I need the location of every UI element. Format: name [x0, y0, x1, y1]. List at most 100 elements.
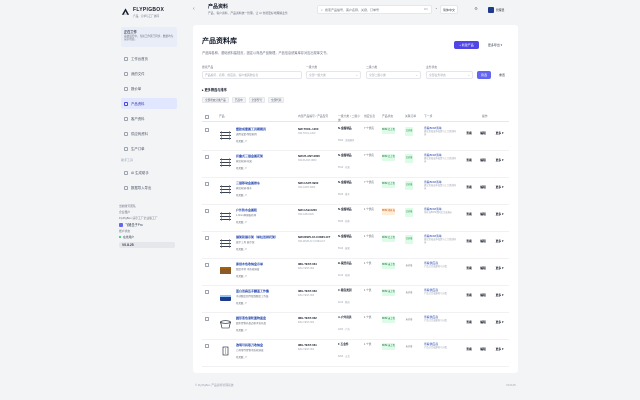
table-row[interactable]: 塑胶成套属工具刷刷具 通用成套•塑胶刷具 已关联 ↗ NW-TOOL-1200 NW-T… [202, 124, 509, 151]
edit-button[interactable]: 编辑 [478, 157, 488, 163]
new-product-button[interactable]: + 新建产品 [454, 41, 479, 49]
brand[interactable]: FLYPIGBOX 产品、订单与工厂协同 [121, 7, 181, 21]
table-row[interactable]: 原创木色收纳盒示单 图案木材·木色收纳盒 已关联 ↗ IMG-TEST-064 IMG-… [202, 259, 509, 286]
status-select[interactable]: 全部业务状态 ⌄ [426, 71, 473, 79]
edit-button[interactable]: 编辑 [478, 130, 488, 136]
view-button[interactable]: 查看 [464, 157, 474, 163]
view-button[interactable]: 查看 [464, 211, 474, 217]
product-name-link[interactable]: 折叠式三层金属花架 [236, 154, 296, 158]
table-row[interactable]: 折叠式三层金属花架 家居收纳•花架 已关联 ↗ NW-PLANT-0800 NW-PLA… [202, 151, 509, 178]
sidebar-item-ai[interactable]: AI 生成助手 [121, 167, 177, 178]
category-select[interactable]: 全部一级大类 ⌄ [306, 71, 361, 79]
select-all-checkbox[interactable] [205, 115, 209, 119]
filter-chip[interactable]: 全部型号 [248, 97, 265, 103]
row-checkbox[interactable] [205, 317, 209, 321]
next-step-link[interactable]: 查看供应商 [424, 315, 438, 319]
edit-button[interactable]: 编辑 [478, 265, 488, 271]
row-checkbox[interactable] [205, 344, 209, 348]
view-button[interactable]: 查看 [464, 184, 474, 190]
sidebar-item-products[interactable]: 产品资料 [121, 98, 177, 109]
settings-icon[interactable]: ⚙ [473, 6, 479, 12]
more-actions-button[interactable]: 更多 ▾ [493, 184, 506, 190]
sidebar-item-import[interactable]: 数据导入导出 [121, 182, 177, 193]
row-checkbox[interactable] [205, 155, 209, 159]
more-export-button[interactable]: 更多导出 ▾ [484, 41, 506, 49]
sidebar-item-suppliers[interactable]: 供应商资料 [121, 128, 177, 139]
product-name-link[interactable]: 展架和展示架（单柱双排托架） [236, 235, 296, 239]
edit-button[interactable]: 编辑 [478, 292, 488, 298]
product-name-link[interactable]: 原创木色收纳盒示单 [236, 262, 296, 266]
related-link[interactable]: 已关联 ↗ [236, 355, 247, 359]
product-name-link[interactable]: 圆形黑色滚轮置物面盘 [236, 316, 296, 320]
product-search-input[interactable]: 产品编号、名称、供应商、客户或其他信息 [202, 71, 302, 79]
sidebar-item-dashboard[interactable]: 工作台首页 [121, 53, 177, 64]
next-step-link[interactable]: 查看BOM清单 [424, 207, 442, 211]
related-link[interactable]: 已关联 ↗ [236, 166, 247, 170]
sidebar-item-quotes[interactable]: 报价单 [121, 83, 177, 94]
related-link[interactable]: 已关联 ↗ [236, 139, 247, 143]
table-row[interactable]: 圆形黑色滚轮置物面盘 圆木置物托盘边框木色托盘 已关联 ↗ IMG-TEST-062 I… [202, 313, 509, 340]
row-checkbox[interactable] [205, 128, 209, 132]
more-actions-button[interactable]: 更多 ▾ [493, 157, 506, 163]
more-actions-button[interactable]: 更多 ▾ [493, 292, 506, 298]
view-button[interactable]: 查看 [464, 319, 474, 325]
global-search-input[interactable]: ⌕ 搜索产品编号、客户名称、关键、订单号 ⌘K [317, 5, 432, 14]
product-name-link[interactable]: 户外防水金属柜 [236, 208, 296, 212]
table-row[interactable]: 透明可拆取刀收纳盒 刀具零件置物木质收纳盒 已关联 ↗ IMG-TEST-061 IMG… [202, 340, 509, 367]
row-checkbox[interactable] [205, 236, 209, 240]
view-button[interactable]: 查看 [464, 292, 474, 298]
more-actions-button[interactable]: 更多 ▾ [493, 130, 506, 136]
view-button[interactable]: 查看 [464, 265, 474, 271]
filter-button[interactable]: 筛选 [477, 71, 491, 79]
related-link[interactable]: 已关联 ↗ [236, 247, 247, 251]
edit-button[interactable]: 编辑 [478, 319, 488, 325]
filter-chip[interactable]: 全部状态分类产品 [202, 97, 229, 103]
more-actions-button[interactable]: 更多 ▾ [493, 238, 506, 244]
next-step-link[interactable]: 查看BOM清单 [424, 234, 442, 238]
view-button[interactable]: 查看 [464, 346, 474, 352]
more-actions-button[interactable]: 更多 ▾ [493, 346, 506, 352]
sidebar-item-orders[interactable]: 生产订单 [121, 143, 177, 154]
bell-icon[interactable]: ◔ [433, 6, 439, 12]
next-step-link[interactable]: 查看BOM清单 [424, 153, 442, 157]
next-step-link[interactable]: 查看供应商 [424, 288, 438, 292]
sidebar-item-files[interactable]: 我的文件 [121, 68, 177, 79]
row-checkbox[interactable] [205, 209, 209, 213]
more-actions-button[interactable]: 更多 ▾ [493, 319, 506, 325]
filter-chip[interactable]: 全部代码 [267, 97, 285, 103]
related-link[interactable]: 已关联 ↗ [236, 274, 247, 278]
filter-chip[interactable]: 已选中 [231, 97, 246, 103]
edit-button[interactable]: 编辑 [478, 211, 488, 217]
edit-button[interactable]: 编辑 [478, 346, 488, 352]
edit-button[interactable]: 编辑 [478, 184, 488, 190]
subcategory-select[interactable]: 全部二级小类 ⌄ [366, 71, 421, 79]
row-checkbox[interactable] [205, 290, 209, 294]
product-name-link[interactable]: 蓝白双扁压手翻盖工作集 [236, 289, 296, 293]
related-link[interactable]: 已关联 ↗ [236, 193, 247, 197]
view-button[interactable]: 查看 [464, 238, 474, 244]
more-actions-button[interactable]: 更多 ▾ [493, 211, 506, 217]
product-name-link[interactable]: 透明可拆取刀收纳盒 [236, 343, 296, 347]
next-step-link[interactable]: 查看BOM清单 [424, 180, 442, 184]
next-step-link[interactable]: 查看供应商 [424, 261, 438, 265]
more-filters-toggle[interactable]: ▸ 更多筛选与排序 [202, 87, 227, 92]
language-select[interactable]: 简体中文 [440, 5, 458, 14]
tenant-switch[interactable]: 飞猪盒子Pro [119, 222, 179, 227]
menu-toggle-icon[interactable]: ‹ [193, 6, 199, 12]
row-checkbox[interactable] [205, 263, 209, 267]
more-actions-button[interactable]: 更多 ▾ [493, 265, 506, 271]
related-link[interactable]: 已关联 ↗ [236, 220, 247, 224]
related-link[interactable]: 已关联 ↗ [236, 328, 247, 332]
table-row[interactable]: 蓝白双扁压手翻盖工作集 手动翻盖组件双面翻盖工作集 已关联 ↗ IMG-TEST-06… [202, 286, 509, 313]
reset-button[interactable]: 重置 [495, 71, 509, 79]
view-button[interactable]: 查看 [464, 130, 474, 136]
related-link[interactable]: 已关联 ↗ [236, 301, 247, 305]
next-step-link[interactable]: 查看BOM清单 [424, 126, 442, 130]
table-row[interactable]: 三层移动金属推车 家居收纳•推车 已关联 ↗ NW-CART-0900 NW-CART-… [202, 178, 509, 205]
table-row[interactable]: 展架和展示架（单柱双排托架） 展示工具·展示架 已关联 ↗ NW-DISPLAY-CO… [202, 232, 509, 259]
sidebar-item-customers[interactable]: 客户资料 [121, 113, 177, 124]
product-name-link[interactable]: 三层移动金属推车 [236, 181, 296, 185]
table-row[interactable]: 户外防水金属柜 1.0mm厚钢板柜体 已关联 ↗ NW-CAB-0220 NW-CAB-… [202, 205, 509, 232]
row-checkbox[interactable] [205, 182, 209, 186]
edit-button[interactable]: 编辑 [478, 238, 488, 244]
